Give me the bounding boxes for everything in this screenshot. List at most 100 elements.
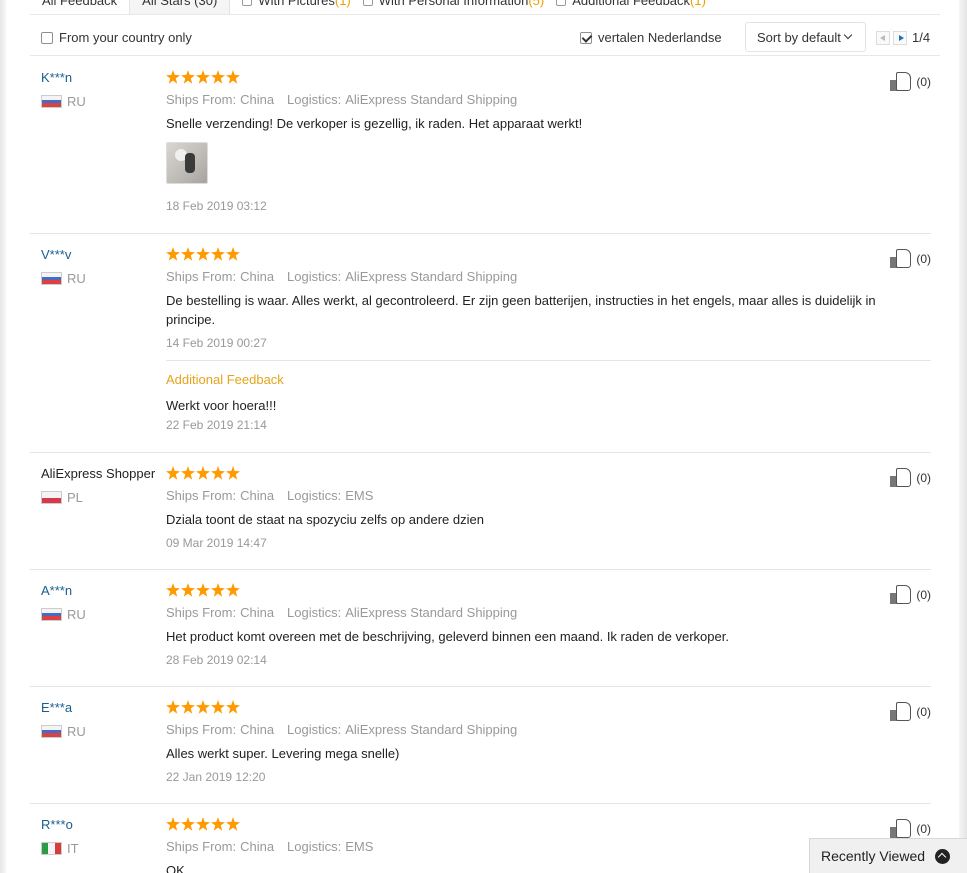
review-date: 28 Feb 2019 02:14 [166,653,267,667]
review-text: Alles werkt super. Levering mega snelle) [166,746,400,761]
recently-viewed-button[interactable]: Recently Viewed [809,838,967,873]
star-icon [226,700,240,714]
helpful-count: (0) [916,251,931,266]
reviewer-country: RU [41,607,161,622]
helpful-count: (0) [916,587,931,602]
filter-with-personal-info[interactable]: With Personal Information (5) [362,0,544,14]
additional-feedback: Additional Feedback Werkt voor hoera!!! … [166,360,931,432]
tab-all-stars[interactable]: All Stars (30) [130,0,231,14]
thumbs-up-icon [890,249,912,268]
helpful-button[interactable]: (0) [890,468,931,487]
review-content: Ships From: China Logistics: AliExpress St… [166,70,931,213]
review-item: K***n RU Ships From: China Logistics: AliE… [30,57,931,234]
helpful-button[interactable]: (0) [890,249,931,268]
filter-additional-feedback[interactable]: Additional Feedback (1) [556,0,706,14]
reviewer-name[interactable]: AliExpress Shopper [41,466,161,481]
star-icon [211,700,225,714]
reviewer-country: RU [41,94,161,109]
star-icon [226,247,240,261]
pagination: 1/4 [876,30,930,45]
reviewer-country: IT [41,841,161,856]
reviewer-name[interactable]: A***n [41,583,161,598]
star-icon [211,247,225,261]
reviewer-country: RU [41,271,161,286]
reviewer-name[interactable]: K***n [41,70,161,85]
review-content: Ships From: China Logistics: AliExpress St… [166,583,931,667]
filter-bar: From your country only vertalen Nederlan… [30,20,940,56]
star-icon [196,700,210,714]
star-icon [226,70,240,84]
review-content: Ships From: China Logistics: AliExpress St… [166,700,931,784]
star-icon [196,466,210,480]
thumbs-up-icon [890,585,912,604]
translate-checkbox[interactable] [580,31,592,44]
reviewer-info: V***v RU [41,247,161,286]
star-rating [166,247,931,261]
review-photo-thumbnail[interactable] [166,142,208,184]
review-text: Het product komt overeen met de beschrij… [166,629,729,644]
review-item: E***a RU Ships From: China Logistics: AliE… [30,687,931,804]
review-item: V***v RU Ships From: China Logistics: AliE… [30,234,931,453]
helpful-button[interactable]: (0) [890,819,931,838]
star-rating [166,70,931,84]
helpful-button[interactable]: (0) [890,585,931,604]
checkbox[interactable] [242,0,253,6]
prev-page-button[interactable] [876,30,890,45]
review-date: 18 Feb 2019 03:12 [166,199,267,213]
sort-dropdown[interactable]: Sort by default [745,22,866,52]
review-list: K***n RU Ships From: China Logistics: AliE… [30,57,931,873]
checkbox[interactable] [556,0,567,6]
thumbs-up-icon [890,72,912,91]
recently-viewed-label: Recently Viewed [821,848,926,864]
russia-flag-icon [41,95,62,108]
country-only-filter[interactable]: From your country only [41,30,192,45]
star-icon [181,247,195,261]
reviewer-info: E***a RU [41,700,161,739]
additional-feedback-date: 22 Feb 2019 21:14 [166,418,267,432]
italy-flag-icon [41,842,62,855]
russia-flag-icon [41,725,62,738]
star-icon [166,700,180,714]
reviewer-info: R***o IT [41,817,161,856]
star-icon [196,70,210,84]
review-date: 09 Mar 2019 14:47 [166,536,267,550]
chevron-up-circle-icon [935,848,951,864]
russia-flag-icon [41,272,62,285]
reviewer-country: RU [41,724,161,739]
star-icon [211,466,225,480]
next-page-button[interactable] [893,30,907,45]
star-rating [166,700,931,714]
checkbox[interactable] [362,0,373,6]
translate-label: vertalen Nederlandse [598,30,722,45]
thumbs-up-icon [890,819,912,838]
reviewer-name[interactable]: V***v [41,247,161,262]
country-only-checkbox[interactable] [41,31,53,44]
helpful-button[interactable]: (0) [890,702,931,721]
review-text: Dziala toont de staat na spozyciu zelfs … [166,512,484,527]
star-icon [181,700,195,714]
reviewer-info: AliExpress Shopper PL [41,466,161,505]
additional-feedback-title: Additional Feedback [166,372,284,387]
tab-all-feedback[interactable]: All Feedback [30,0,131,14]
helpful-count: (0) [916,821,931,836]
star-icon [166,70,180,84]
review-item: R***o IT Ships From: China Logistics: EMS … [30,804,931,873]
helpful-button[interactable]: (0) [890,72,931,91]
russia-flag-icon [41,608,62,621]
star-icon [166,466,180,480]
star-icon [196,583,210,597]
review-text: De bestelling is waar. Alles werkt, al g… [166,293,876,327]
reviewer-name[interactable]: R***o [41,817,161,832]
filter-with-pictures[interactable]: With Pictures (1) [242,0,351,14]
page-indicator: 1/4 [912,30,931,45]
star-icon [196,247,210,261]
shipping-meta: Ships From: China Logistics: AliExpress St… [166,269,518,284]
translate-toggle[interactable]: vertalen Nederlandse [580,30,722,45]
thumbs-up-icon [890,702,912,721]
reviewer-name[interactable]: E***a [41,700,161,715]
country-only-label: From your country only [59,30,192,45]
reviewer-info: A***n RU [41,583,161,622]
star-icon [211,583,225,597]
helpful-count: (0) [916,470,931,485]
review-text: Snelle verzending! De verkoper is gezell… [166,116,583,131]
